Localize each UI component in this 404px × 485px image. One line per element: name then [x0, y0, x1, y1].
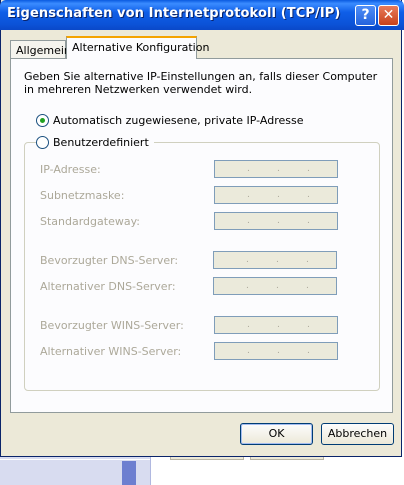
tab-label: Allgemein: [16, 44, 71, 57]
cancel-button[interactable]: Abbrechen: [321, 423, 394, 445]
alternate-dns-label: Alternativer DNS-Server:: [40, 280, 176, 293]
default-gateway-label: Standardgateway:: [40, 215, 140, 228]
tab-allgemein[interactable]: Allgemein: [10, 40, 71, 59]
radio-custom[interactable]: Benutzerdefiniert: [36, 136, 154, 149]
ok-button[interactable]: OK: [240, 423, 313, 445]
radio-unchecked-icon[interactable]: [36, 136, 49, 149]
subnet-mask-field[interactable]: ...: [214, 186, 338, 204]
subnet-mask-label: Subnetzmaske:: [40, 189, 125, 202]
ip-address-label: IP-Adresse:: [40, 163, 101, 176]
ip-address-field[interactable]: ...: [214, 160, 338, 178]
preferred-dns-label: Bevorzugter DNS-Server:: [40, 254, 179, 267]
description-text: Geben Sie alternative IP-Einstellungen a…: [24, 70, 378, 96]
tab-label: Alternative Konfiguration: [72, 41, 210, 54]
alternate-wins-label: Alternativer WINS-Server:: [40, 345, 182, 358]
background-scrollbar: [122, 461, 136, 485]
close-button[interactable]: ✕: [378, 5, 399, 26]
close-icon: ✕: [382, 7, 395, 23]
window-title: Eigenschaften von Internetprotokoll (TCP…: [7, 6, 341, 21]
default-gateway-field[interactable]: ...: [214, 212, 338, 230]
tab-alternative-konfiguration[interactable]: Alternative Konfiguration: [66, 36, 209, 59]
help-button[interactable]: ?: [355, 5, 376, 26]
radio-automatic[interactable]: Automatisch zugewiesene, private IP-Adre…: [36, 114, 304, 127]
preferred-dns-field[interactable]: ...: [213, 251, 337, 269]
alternate-dns-field[interactable]: ...: [213, 277, 337, 295]
radio-checked-icon[interactable]: [36, 114, 49, 127]
alternate-wins-field[interactable]: ...: [214, 342, 338, 360]
radio-automatic-label: Automatisch zugewiesene, private IP-Adre…: [53, 114, 304, 127]
preferred-wins-label: Bevorzugter WINS-Server:: [40, 319, 184, 332]
title-bar[interactable]: Eigenschaften von Internetprotokoll (TCP…: [0, 0, 404, 30]
help-icon: ?: [361, 7, 370, 23]
preferred-wins-field[interactable]: ...: [214, 316, 338, 334]
radio-custom-label: Benutzerdefiniert: [53, 136, 149, 149]
background-panel-edge: [0, 459, 150, 460]
